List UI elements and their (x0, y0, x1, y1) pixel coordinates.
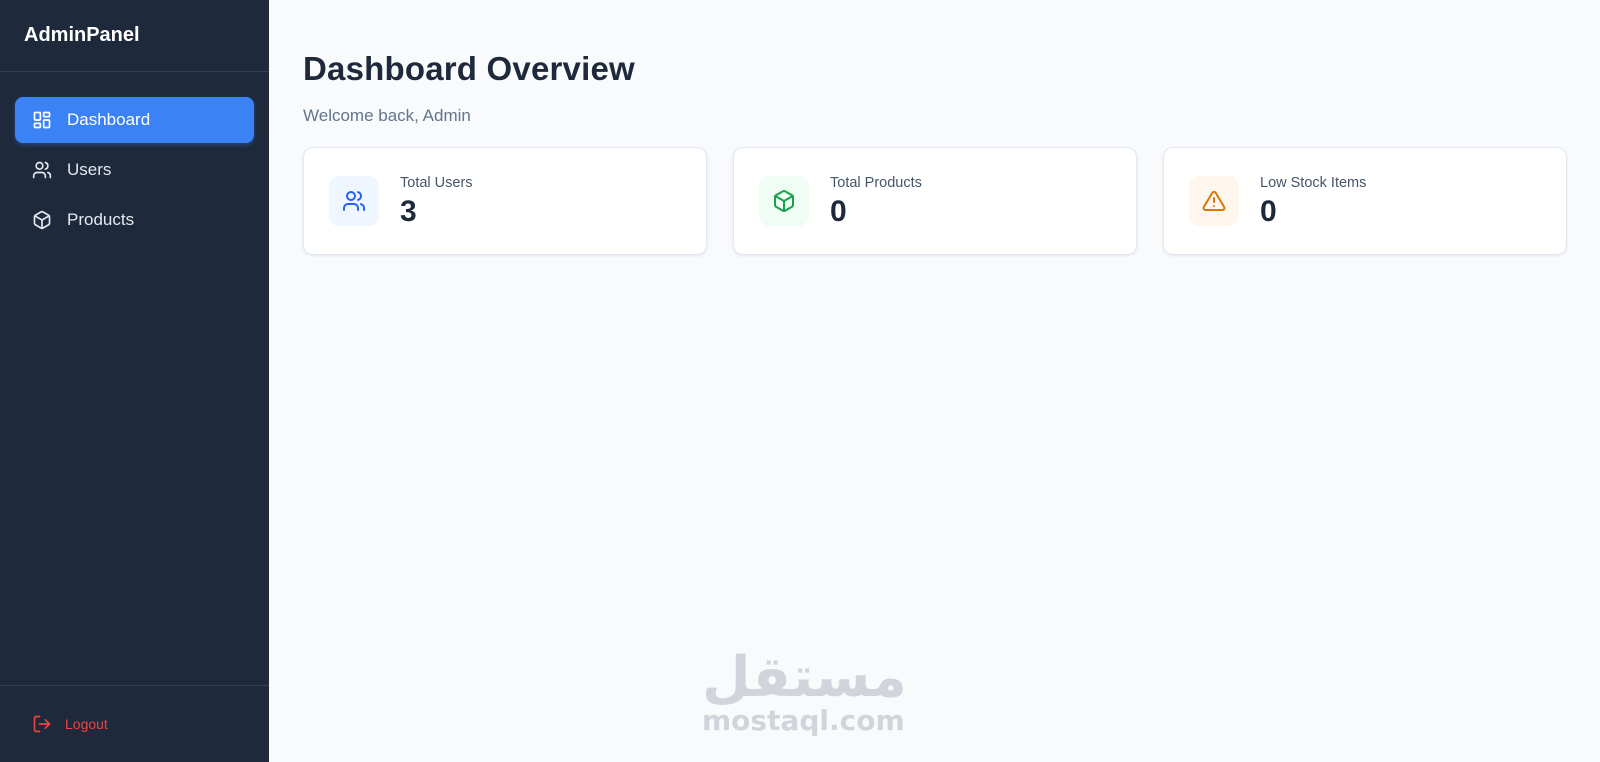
stat-value: 0 (830, 195, 847, 228)
stat-meta: Low Stock Items 0 (1260, 173, 1366, 229)
stat-badge (1189, 176, 1239, 226)
sidebar-item-label: Dashboard (67, 110, 151, 129)
stat-meta: Total Users 3 (400, 173, 473, 229)
page-subtitle: Welcome back, Admin (303, 106, 471, 125)
stat-card-low-stock: Low Stock Items 0 (1163, 147, 1567, 255)
sidebar-nav: Dashboard Users Products (0, 72, 269, 243)
page-title: Dashboard Overview (303, 50, 635, 87)
logout-label: Logout (65, 716, 108, 732)
main-content: Dashboard Overview Welcome back, Admin T… (269, 0, 1600, 762)
package-icon (32, 210, 52, 230)
watermark: مستقل mostaql.com (702, 645, 907, 737)
sidebar-item-label: Users (67, 160, 112, 179)
stat-card-total-products: Total Products 0 (733, 147, 1137, 255)
sidebar-item-label: Products (67, 210, 135, 229)
stat-value: 3 (400, 195, 417, 228)
sidebar: AdminPanel Dashboard Users Products Logo… (0, 0, 269, 762)
package-icon (772, 189, 796, 213)
stat-card-total-users: Total Users 3 (303, 147, 707, 255)
stat-label: Low Stock Items (1260, 175, 1367, 191)
app-root: AdminPanel Dashboard Users Products Logo… (0, 0, 1600, 762)
warning-triangle-icon (1202, 189, 1226, 213)
sidebar-item-dashboard[interactable]: Dashboard (15, 97, 254, 143)
users-icon (342, 189, 366, 213)
stat-badge (329, 176, 379, 226)
stat-label: Total Products (830, 175, 922, 191)
watermark-latin: mostaql.com (702, 704, 905, 737)
logout-button[interactable]: Logout (32, 714, 108, 734)
dashboard-grid-icon (32, 110, 52, 130)
logout-icon (32, 714, 52, 734)
stat-badge (759, 176, 809, 226)
stat-label: Total Users (400, 175, 473, 191)
watermark-arabic: مستقل (702, 645, 907, 710)
users-icon (32, 160, 52, 180)
sidebar-item-users[interactable]: Users (15, 147, 254, 193)
sidebar-footer: Logout (0, 685, 269, 762)
stat-value: 0 (1260, 195, 1277, 228)
brand-logo[interactable]: AdminPanel (0, 0, 269, 72)
stats-cards: Total Users 3 Total Products 0 Low Stock… (303, 147, 1567, 255)
sidebar-item-products[interactable]: Products (15, 197, 254, 243)
stat-meta: Total Products 0 (830, 173, 922, 229)
